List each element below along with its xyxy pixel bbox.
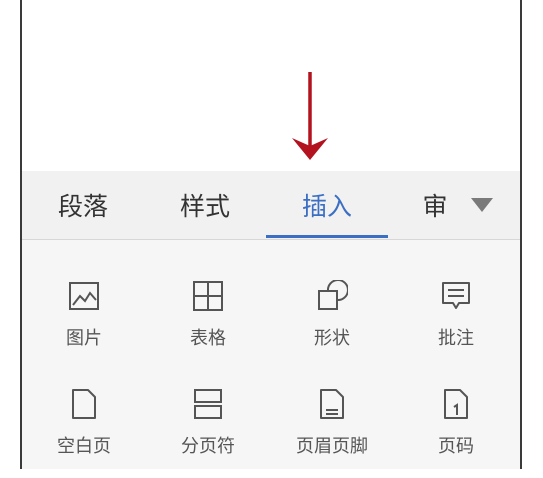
insert-blank-page-button[interactable]: 空白页 [34, 388, 134, 478]
comment-icon [442, 282, 470, 309]
tab-review[interactable]: 审 [410, 171, 460, 239]
tab-paragraph[interactable]: 段落 [22, 171, 144, 239]
insert-item-label: 页眉页脚 [296, 436, 368, 457]
insert-panel: 图片 表格 形状 批注 空白页 分页符 页眉页脚 页码 [22, 240, 520, 469]
insert-item-label: 图片 [66, 328, 102, 349]
blank-page-icon [72, 389, 96, 419]
insert-item-label: 表格 [190, 328, 226, 349]
tab-insert[interactable]: 插入 [266, 171, 388, 239]
insert-comment-button[interactable]: 批注 [406, 280, 506, 370]
insert-item-label: 分页符 [181, 436, 235, 457]
insert-table-button[interactable]: 表格 [158, 280, 258, 370]
chevron-down-icon[interactable] [470, 195, 494, 215]
insert-picture-button[interactable]: 图片 [34, 280, 134, 370]
insert-header-footer-button[interactable]: 页眉页脚 [282, 388, 382, 478]
phone-edge-right [520, 0, 522, 469]
insert-page-number-button[interactable]: 页码 [406, 388, 506, 478]
insert-item-label: 页码 [438, 436, 474, 457]
active-tab-indicator [266, 235, 388, 238]
tab-style[interactable]: 样式 [144, 171, 266, 239]
page-number-icon [444, 389, 468, 419]
page-break-icon [194, 389, 222, 419]
picture-icon [69, 282, 99, 310]
insert-item-label: 形状 [314, 328, 350, 349]
document-area[interactable] [22, 0, 520, 171]
insert-item-label: 批注 [438, 328, 474, 349]
ribbon-tab-bar: 段落 样式 插入 审 [22, 171, 520, 240]
insert-item-label: 空白页 [57, 436, 111, 457]
insert-shape-button[interactable]: 形状 [282, 280, 382, 370]
down-arrow-annotation-icon [292, 72, 328, 160]
table-icon [193, 281, 223, 311]
shape-icon [318, 280, 348, 310]
app-screenshot: 段落 样式 插入 审 图片 表格 形状 批注 空白页 分页符 页眉页脚 页码 [0, 0, 543, 469]
header-footer-icon [320, 389, 344, 419]
insert-page-break-button[interactable]: 分页符 [158, 388, 258, 478]
